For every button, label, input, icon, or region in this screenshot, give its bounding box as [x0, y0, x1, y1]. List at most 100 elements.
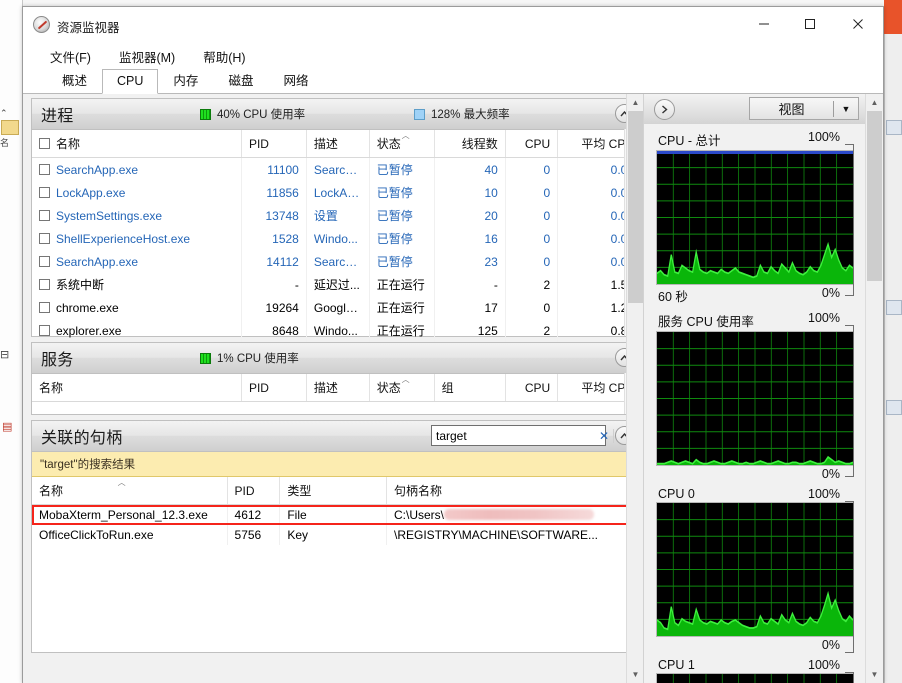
handles-header[interactable]: 关联的句柄 ✕ ⇄ — [32, 421, 642, 452]
table-row[interactable]: explorer.exe 8648 Windo... 正在运行 125 2 0.82 — [32, 319, 642, 342]
service-col-status[interactable]: ︿ 状态 — [369, 374, 435, 402]
process-cpu: 0 — [505, 296, 559, 319]
handle-path: \REGISTRY\MACHINE\SOFTWARE... — [386, 525, 642, 545]
process-col-desc[interactable]: 描述 — [306, 130, 370, 158]
process-cpu: 0 — [505, 181, 559, 204]
scroll-down-icon[interactable]: ▼ — [866, 666, 883, 683]
left-pane-scroll-thumb[interactable] — [628, 111, 643, 303]
tab-cpu[interactable]: CPU — [102, 69, 159, 94]
service-col-group[interactable]: 组 — [434, 374, 506, 402]
row-checkbox[interactable] — [39, 186, 50, 198]
tab-memory[interactable]: 内存 — [158, 65, 213, 94]
service-col-desc[interactable]: 描述 — [306, 374, 370, 402]
process-status: 已暂停 — [369, 181, 435, 204]
row-checkbox[interactable] — [39, 209, 50, 221]
chevron-right-circle-icon[interactable] — [654, 98, 675, 120]
table-row[interactable]: chrome.exe 19264 Google... 正在运行 17 0 1.23 — [32, 296, 642, 319]
process-name[interactable]: explorer.exe — [32, 319, 242, 342]
graph-pane-scrollbar[interactable]: ▲ ▼ — [865, 94, 883, 683]
process-cpu: 2 — [505, 319, 559, 342]
process-status: 正在运行 — [369, 273, 435, 296]
search-input[interactable] — [432, 428, 595, 443]
services-header[interactable]: 服务 1% CPU 使用率 — [32, 343, 642, 374]
chart-title: CPU - 总计 — [658, 134, 721, 148]
tab-disk[interactable]: 磁盘 — [213, 65, 268, 94]
processes-legend-freq: 128% 最大频率 — [414, 106, 510, 122]
process-status: 已暂停 — [369, 157, 435, 181]
process-name[interactable]: SystemSettings.exe — [32, 204, 242, 227]
select-all-checkbox[interactable] — [39, 138, 50, 149]
tab-overview[interactable]: 概述 — [47, 65, 102, 94]
process-col-status[interactable]: ︿ 状态 — [369, 130, 435, 158]
processes-legend-cpu-label: 40% CPU 使用率 — [217, 109, 306, 121]
handle-col-handlename[interactable]: 句柄名称 — [386, 477, 642, 505]
row-checkbox[interactable] — [39, 301, 50, 313]
close-button[interactable] — [833, 7, 883, 41]
handle-col-type[interactable]: 类型 — [279, 477, 387, 505]
scroll-up-icon[interactable]: ▲ — [866, 94, 883, 111]
table-row[interactable]: OfficeClickToRun.exe 5756 Key \REGISTRY\… — [32, 525, 642, 545]
row-checkbox[interactable] — [39, 324, 50, 336]
handles-table[interactable]: ︿ 名称 PID 类型 句柄名称 MobaXterm_Personal_12.3.… — [32, 477, 642, 545]
table-row[interactable]: SearchApp.exe 14112 Search ... 已暂停 23 0 0.00 — [32, 250, 642, 273]
scroll-down-icon[interactable]: ▼ — [627, 666, 644, 683]
row-checkbox[interactable] — [39, 232, 50, 244]
row-checkbox[interactable] — [39, 279, 50, 290]
process-col-cpu[interactable]: CPU — [505, 130, 559, 158]
chevron-down-icon[interactable]: ▼ — [834, 104, 858, 114]
table-row[interactable]: LockApp.exe 11856 LockAp... 已暂停 10 0 0.00 — [32, 181, 642, 204]
table-row[interactable]: SystemSettings.exe 13748 设置 已暂停 20 0 0.00 — [32, 204, 642, 227]
handle-search-box[interactable]: ✕ ⇄ — [431, 425, 628, 446]
processes-header[interactable]: 进程 40% CPU 使用率 128% 最大频率 — [32, 99, 642, 130]
background-window-chip-1 — [886, 120, 902, 135]
table-row[interactable]: MobaXterm_Personal_12.3.exe 4612 File C:… — [32, 504, 642, 525]
graph-pane-scroll-thumb[interactable] — [867, 111, 882, 281]
process-threads: 125 — [434, 319, 506, 342]
processes-table[interactable]: 名称 PID 描述 ︿ 状态 线程数 CPU 平均 CPU SearchApp.e… — [32, 130, 642, 342]
table-row[interactable]: ShellExperienceHost.exe 1528 Windo... 已暂停 16… — [32, 227, 642, 250]
table-row[interactable]: SearchApp.exe 11100 Search ... 已暂停 40 0 0.00 — [32, 157, 642, 181]
chart-min-label: 0% — [821, 286, 840, 300]
chart-max-label: 100% — [808, 487, 840, 501]
scroll-up-icon[interactable]: ▲ — [627, 94, 644, 111]
process-col-pid[interactable]: PID — [241, 130, 307, 158]
process-name[interactable]: chrome.exe — [32, 296, 242, 319]
left-pane-scrollbar[interactable]: ▲ ▼ — [626, 94, 644, 683]
service-col-pid[interactable]: PID — [241, 374, 307, 402]
minimize-button[interactable] — [741, 7, 787, 41]
process-col-status-label: 状态 — [376, 137, 401, 151]
chart-scale-bracket — [845, 501, 854, 653]
handle-col-name[interactable]: ︿ 名称 — [32, 477, 228, 505]
service-col-name[interactable]: 名称 — [32, 374, 242, 402]
handles-panel: 关联的句柄 ✕ ⇄ "target"的搜索结果 ︿ 名称 PID — [31, 420, 643, 653]
handle-col-pid[interactable]: PID — [227, 477, 281, 505]
clear-x-icon[interactable]: ✕ — [595, 429, 613, 443]
chart-service-cpu: 服务 CPU 使用率 100% 0% — [656, 311, 854, 481]
row-checkbox[interactable] — [39, 255, 50, 267]
services-table[interactable]: 名称 PID 描述 ︿ 状态 组 CPU 平均 CPU — [32, 374, 642, 402]
process-status: 正在运行 — [369, 319, 435, 342]
process-name[interactable]: SearchApp.exe — [32, 157, 242, 181]
services-title: 服务 — [41, 352, 74, 369]
service-col-cpu[interactable]: CPU — [505, 374, 559, 402]
background-window-right[interactable] — [884, 0, 902, 683]
service-col-status-label: 状态 — [376, 381, 401, 395]
tab-network[interactable]: 网络 — [268, 65, 323, 94]
row-checkbox[interactable] — [39, 163, 50, 175]
services-panel: 服务 1% CPU 使用率 名称 PID 描述 ︿ 状态 组 CPU 平均 CP… — [31, 342, 643, 415]
maximize-button[interactable] — [787, 7, 833, 41]
sort-ascending-icon: ︿ — [401, 131, 410, 140]
chart-cpu-0: CPU 0 100% 0% — [656, 487, 854, 653]
process-col-threads[interactable]: 线程数 — [434, 130, 506, 158]
process-col-name[interactable]: 名称 — [32, 130, 242, 158]
maximize-icon — [805, 19, 815, 29]
process-name[interactable]: 系统中断 — [32, 273, 242, 296]
view-dropdown-button[interactable]: 视图 ▼ — [749, 97, 859, 120]
process-name[interactable]: ShellExperienceHost.exe — [32, 227, 242, 250]
process-name[interactable]: SearchApp.exe — [32, 250, 242, 273]
process-cpu: 2 — [505, 273, 559, 296]
background-window-left[interactable]: ⌃ 名 ⊟ ▤ — [0, 0, 23, 683]
process-pid: 14112 — [241, 250, 307, 273]
process-name[interactable]: LockApp.exe — [32, 181, 242, 204]
table-row[interactable]: 系统中断 - 延迟过... 正在运行 -2 1.57 — [32, 273, 642, 296]
